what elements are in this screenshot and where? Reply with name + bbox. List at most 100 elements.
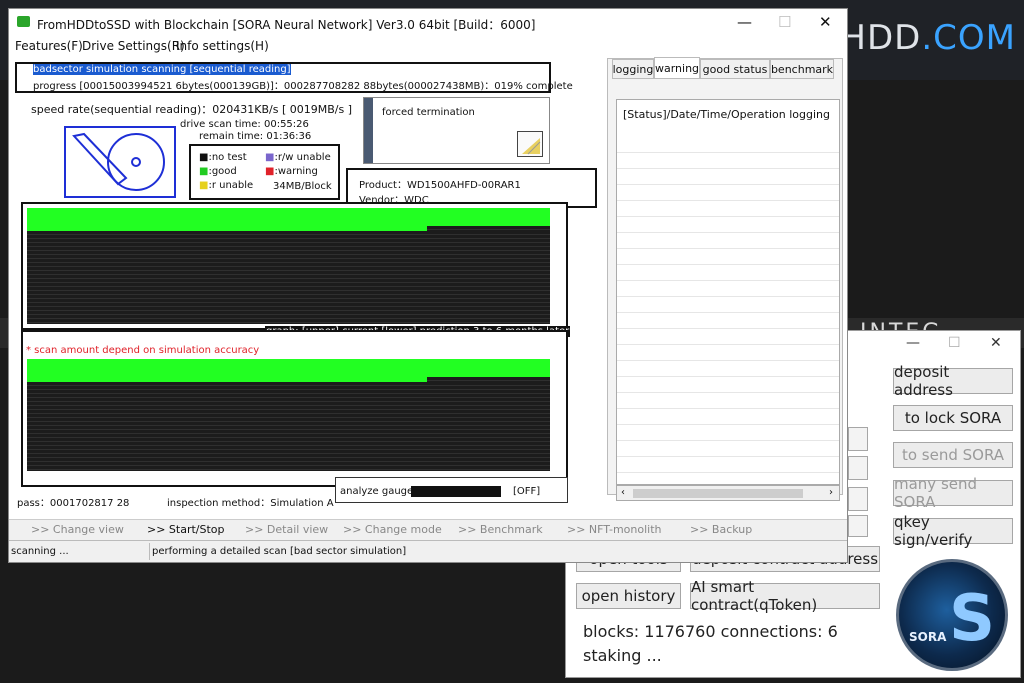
wallet-minimize-button[interactable]: — (906, 335, 920, 351)
menu-features[interactable]: Features(F) (15, 39, 83, 53)
detail-view-button[interactable]: >> Detail view (245, 523, 328, 536)
close-button[interactable]: ✕ (819, 13, 832, 31)
log-row (617, 312, 839, 329)
scan-note: * scan amount depend on simulation accur… (26, 345, 260, 356)
hdd-platter-icon (72, 132, 165, 191)
status-divider (149, 543, 150, 560)
log-row (617, 440, 839, 457)
ai-smart-contract-button[interactable]: AI smart contract(qToken) (690, 578, 880, 614)
sora-logo-s-icon: S (949, 582, 996, 656)
log-row (617, 456, 839, 473)
legend-rw-unable: ■:r/w unable (265, 152, 331, 163)
status-right: performing a detailed scan [bad sector s… (152, 546, 407, 557)
qkey-sign-verify-button[interactable]: qkey sign/verify (893, 513, 1013, 549)
log-header: [Status]/Date/Time/Operation logging (623, 108, 830, 121)
lower-block-map (27, 359, 550, 471)
log-row (617, 232, 839, 249)
log-horizontal-scrollbar[interactable]: ‹ › (616, 485, 840, 501)
lock-sora-button[interactable]: to lock SORA (893, 405, 1013, 431)
product-label: Product：WD1500AHFD-00RAR1 (359, 180, 521, 191)
forced-termination-panel[interactable]: forced termination (363, 97, 550, 164)
legend-no-test: ■:no test (199, 152, 247, 163)
legend-block-size: 34MB/Block (273, 181, 332, 192)
menu-drive-settings[interactable]: Drive Settings(R) (82, 39, 185, 53)
scroll-right-icon[interactable]: › (829, 487, 833, 498)
log-row (617, 296, 839, 313)
background-site-text: HDD.COM (840, 18, 1016, 58)
tab-benchmark[interactable]: benchmark (770, 59, 834, 79)
analyze-gauge-box[interactable]: analyze gauge [OFF] (335, 477, 568, 503)
analyze-gauge-bar (411, 486, 501, 497)
wallet-blocks-status: blocks: 1176760 connections: 6 (583, 622, 838, 641)
log-row (617, 344, 839, 361)
progress-box: badsector simulation scanning [sequentia… (15, 62, 573, 93)
progress-text: progress [00015003994521 6bytes(000139GB… (33, 81, 573, 92)
log-row (617, 392, 839, 409)
tab-good-status[interactable]: good status (700, 59, 770, 79)
log-row (617, 152, 839, 169)
wallet-staking-status: staking ... (583, 646, 662, 665)
document-icon[interactable] (517, 131, 543, 157)
remain-time: remain time: 01:36:36 (199, 131, 312, 142)
open-history-button[interactable]: open history (576, 583, 681, 609)
legend-good: ■:good (199, 166, 237, 177)
legend-r-unable: ■:r unable (199, 180, 254, 191)
change-view-button[interactable]: >> Change view (31, 523, 124, 536)
log-row (617, 360, 839, 377)
log-row (617, 280, 839, 297)
log-row (617, 200, 839, 217)
forced-termination-label: forced termination (382, 107, 475, 118)
lower-good-row (27, 359, 550, 377)
analyze-gauge-state: [OFF] (513, 486, 541, 497)
wallet-hidden-field-4[interactable] (848, 515, 868, 537)
legend-box: ■:no test ■:r/w unable ■:good ■:warning … (189, 144, 340, 200)
lower-untested-area (27, 382, 550, 471)
analyze-gauge-label: analyze gauge (340, 486, 414, 497)
send-sora-button[interactable]: to send SORA (893, 442, 1013, 468)
nft-monolith-button[interactable]: >> NFT-monolith (567, 523, 662, 536)
log-row (617, 136, 839, 153)
speed-rate: speed rate(sequential reading)：020431KB/… (31, 103, 353, 116)
change-mode-button[interactable]: >> Change mode (343, 523, 442, 536)
log-row (617, 424, 839, 441)
tab-warning[interactable]: warning (654, 57, 700, 79)
wallet-hidden-field-3[interactable] (848, 487, 868, 511)
deposit-address-button[interactable]: deposit address (893, 363, 1013, 399)
tab-logging[interactable]: logging (612, 59, 654, 79)
main-window: FromHDDtoSSD with Blockchain [SORA Neura… (8, 8, 848, 563)
sora-logo: S SORA (896, 559, 1008, 671)
log-row (617, 408, 839, 425)
scroll-thumb[interactable] (633, 489, 803, 498)
scroll-left-icon[interactable]: ‹ (621, 487, 625, 498)
menu-info-settings[interactable]: Info settings(H) (176, 39, 269, 53)
log-row (617, 216, 839, 233)
log-row (617, 168, 839, 185)
hdd-icon (64, 126, 176, 198)
many-send-sora-button[interactable]: many send SORA (893, 475, 1013, 511)
log-row (617, 264, 839, 281)
log-row (617, 184, 839, 201)
maximize-button[interactable]: ☐ (778, 13, 791, 31)
log-row (617, 248, 839, 265)
wallet-hidden-field-2[interactable] (848, 456, 868, 480)
sora-logo-text: SORA (909, 630, 947, 644)
upper-block-map (27, 208, 550, 324)
log-row (617, 376, 839, 393)
wallet-hidden-field-1[interactable] (848, 427, 868, 451)
minimize-button[interactable]: — (737, 13, 752, 31)
status-left: scanning ... (11, 546, 69, 557)
backup-button[interactable]: >> Backup (690, 523, 752, 536)
benchmark-button[interactable]: >> Benchmark (458, 523, 543, 536)
window-title: FromHDDtoSSD with Blockchain [SORA Neura… (37, 18, 536, 32)
function-bar: >> Change view >> Start/Stop >> Detail v… (9, 519, 847, 540)
upper-untested-area (27, 231, 550, 324)
scan-header: badsector simulation scanning [sequentia… (33, 64, 291, 75)
log-row (617, 328, 839, 345)
legend-warning: ■:warning (265, 166, 318, 177)
inspection-method: inspection method：Simulation A (167, 498, 334, 509)
wallet-maximize-button[interactable]: ☐ (948, 335, 961, 351)
start-stop-button[interactable]: >> Start/Stop (147, 523, 225, 536)
panel-accent (364, 98, 373, 163)
wallet-close-button[interactable]: ✕ (990, 335, 1002, 351)
log-list[interactable]: [Status]/Date/Time/Operation logging (616, 99, 840, 485)
